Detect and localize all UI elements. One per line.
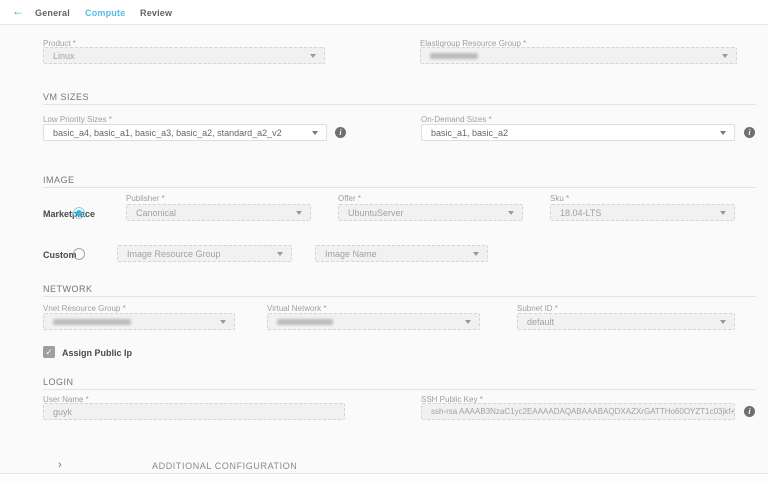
chevron-down-icon [722,54,728,58]
chevron-down-icon [277,252,283,256]
vnet-rg-dropdown[interactable] [43,313,235,330]
divider [43,389,756,390]
virtual-network-label: Virtual Network * [267,304,326,313]
chevron-down-icon [720,320,726,324]
chevron-down-icon [473,252,479,256]
custom-option-label: Custom [43,250,77,260]
publisher-value: Canonical [136,208,176,218]
divider [43,104,756,105]
vnet-rg-label: Vnet Resource Group * [43,304,126,313]
publisher-label: Publisher * [126,194,165,203]
compute-form-page: ← General Compute Review Product * Linux… [0,0,768,483]
offer-dropdown[interactable]: UbuntuServer [338,204,523,221]
chevron-down-icon [312,131,318,135]
subnet-id-label: Subnet ID * [517,304,558,313]
assign-public-ip-checkbox[interactable]: ✓ [43,346,55,358]
redacted-value [430,53,478,59]
divider [43,187,756,188]
tab-review[interactable]: Review [140,8,172,18]
chevron-down-icon [465,320,471,324]
image-name-placeholder: Image Name [325,249,377,259]
redacted-value [277,319,333,325]
section-title-image: IMAGE [43,175,75,185]
offer-value: UbuntuServer [348,208,404,218]
low-priority-sizes-label: Low Priority Sizes * [43,115,112,124]
divider [43,296,756,297]
ssh-public-key-value: ssh-rsa AAAAB3NzaC1yc2EAAAADAQABAAABAQDX… [431,407,735,416]
on-demand-sizes-label: On-Demand Sizes * [421,115,492,124]
image-name-dropdown[interactable]: Image Name [315,245,488,262]
elastigroup-rg-dropdown[interactable] [420,47,737,64]
custom-radio[interactable] [73,248,85,260]
tab-compute[interactable]: Compute [85,8,125,18]
publisher-dropdown[interactable]: Canonical [126,204,311,221]
additional-configuration-toggle[interactable]: ADDITIONAL CONFIGURATION [152,461,297,471]
on-demand-sizes-dropdown[interactable]: basic_a1, basic_a2 [421,124,735,141]
section-title-login: LOGIN [43,377,74,387]
sku-dropdown[interactable]: 18.04-LTS [550,204,735,221]
marketplace-option-label: Marketplace [43,209,95,219]
back-arrow-icon[interactable]: ← [12,4,24,18]
top-tab-bar: ← General Compute Review [0,0,768,25]
image-resource-group-placeholder: Image Resource Group [127,249,221,259]
product-dropdown[interactable]: Linux [43,47,325,64]
chevron-down-icon [720,211,726,215]
virtual-network-dropdown[interactable] [267,313,480,330]
info-icon[interactable]: i [335,127,346,138]
chevron-down-icon [220,320,226,324]
sku-label: Sku * [550,194,569,203]
user-name-value: guyk [53,407,72,417]
low-priority-sizes-value: basic_a4, basic_a1, basic_a3, basic_a2, … [53,128,282,138]
info-icon[interactable]: i [744,127,755,138]
sku-value: 18.04-LTS [560,208,601,218]
section-title-vm-sizes: VM SIZES [43,92,89,102]
image-resource-group-dropdown[interactable]: Image Resource Group [117,245,292,262]
offer-label: Offer * [338,194,361,203]
assign-public-ip-label: Assign Public Ip [62,348,132,358]
user-name-input[interactable]: guyk [43,403,345,420]
chevron-down-icon [296,211,302,215]
check-icon: ✓ [45,347,53,357]
redacted-value [53,319,131,325]
product-value: Linux [53,51,75,61]
tab-general[interactable]: General [35,8,70,18]
subnet-id-dropdown[interactable]: default [517,313,735,330]
chevron-down-icon [720,131,726,135]
on-demand-sizes-value: basic_a1, basic_a2 [431,128,508,138]
ssh-public-key-input[interactable]: ssh-rsa AAAAB3NzaC1yc2EAAAADAQABAAABAQDX… [421,403,735,420]
subnet-id-value: default [527,317,554,327]
chevron-down-icon [508,211,514,215]
chevron-down-icon [310,54,316,58]
section-title-network: NETWORK [43,284,93,294]
marketplace-radio[interactable] [73,207,85,219]
info-icon[interactable]: i [744,406,755,417]
footer-area [0,474,768,483]
low-priority-sizes-dropdown[interactable]: basic_a4, basic_a1, basic_a3, basic_a2, … [43,124,327,141]
expand-chevron-icon[interactable]: › [58,459,62,471]
